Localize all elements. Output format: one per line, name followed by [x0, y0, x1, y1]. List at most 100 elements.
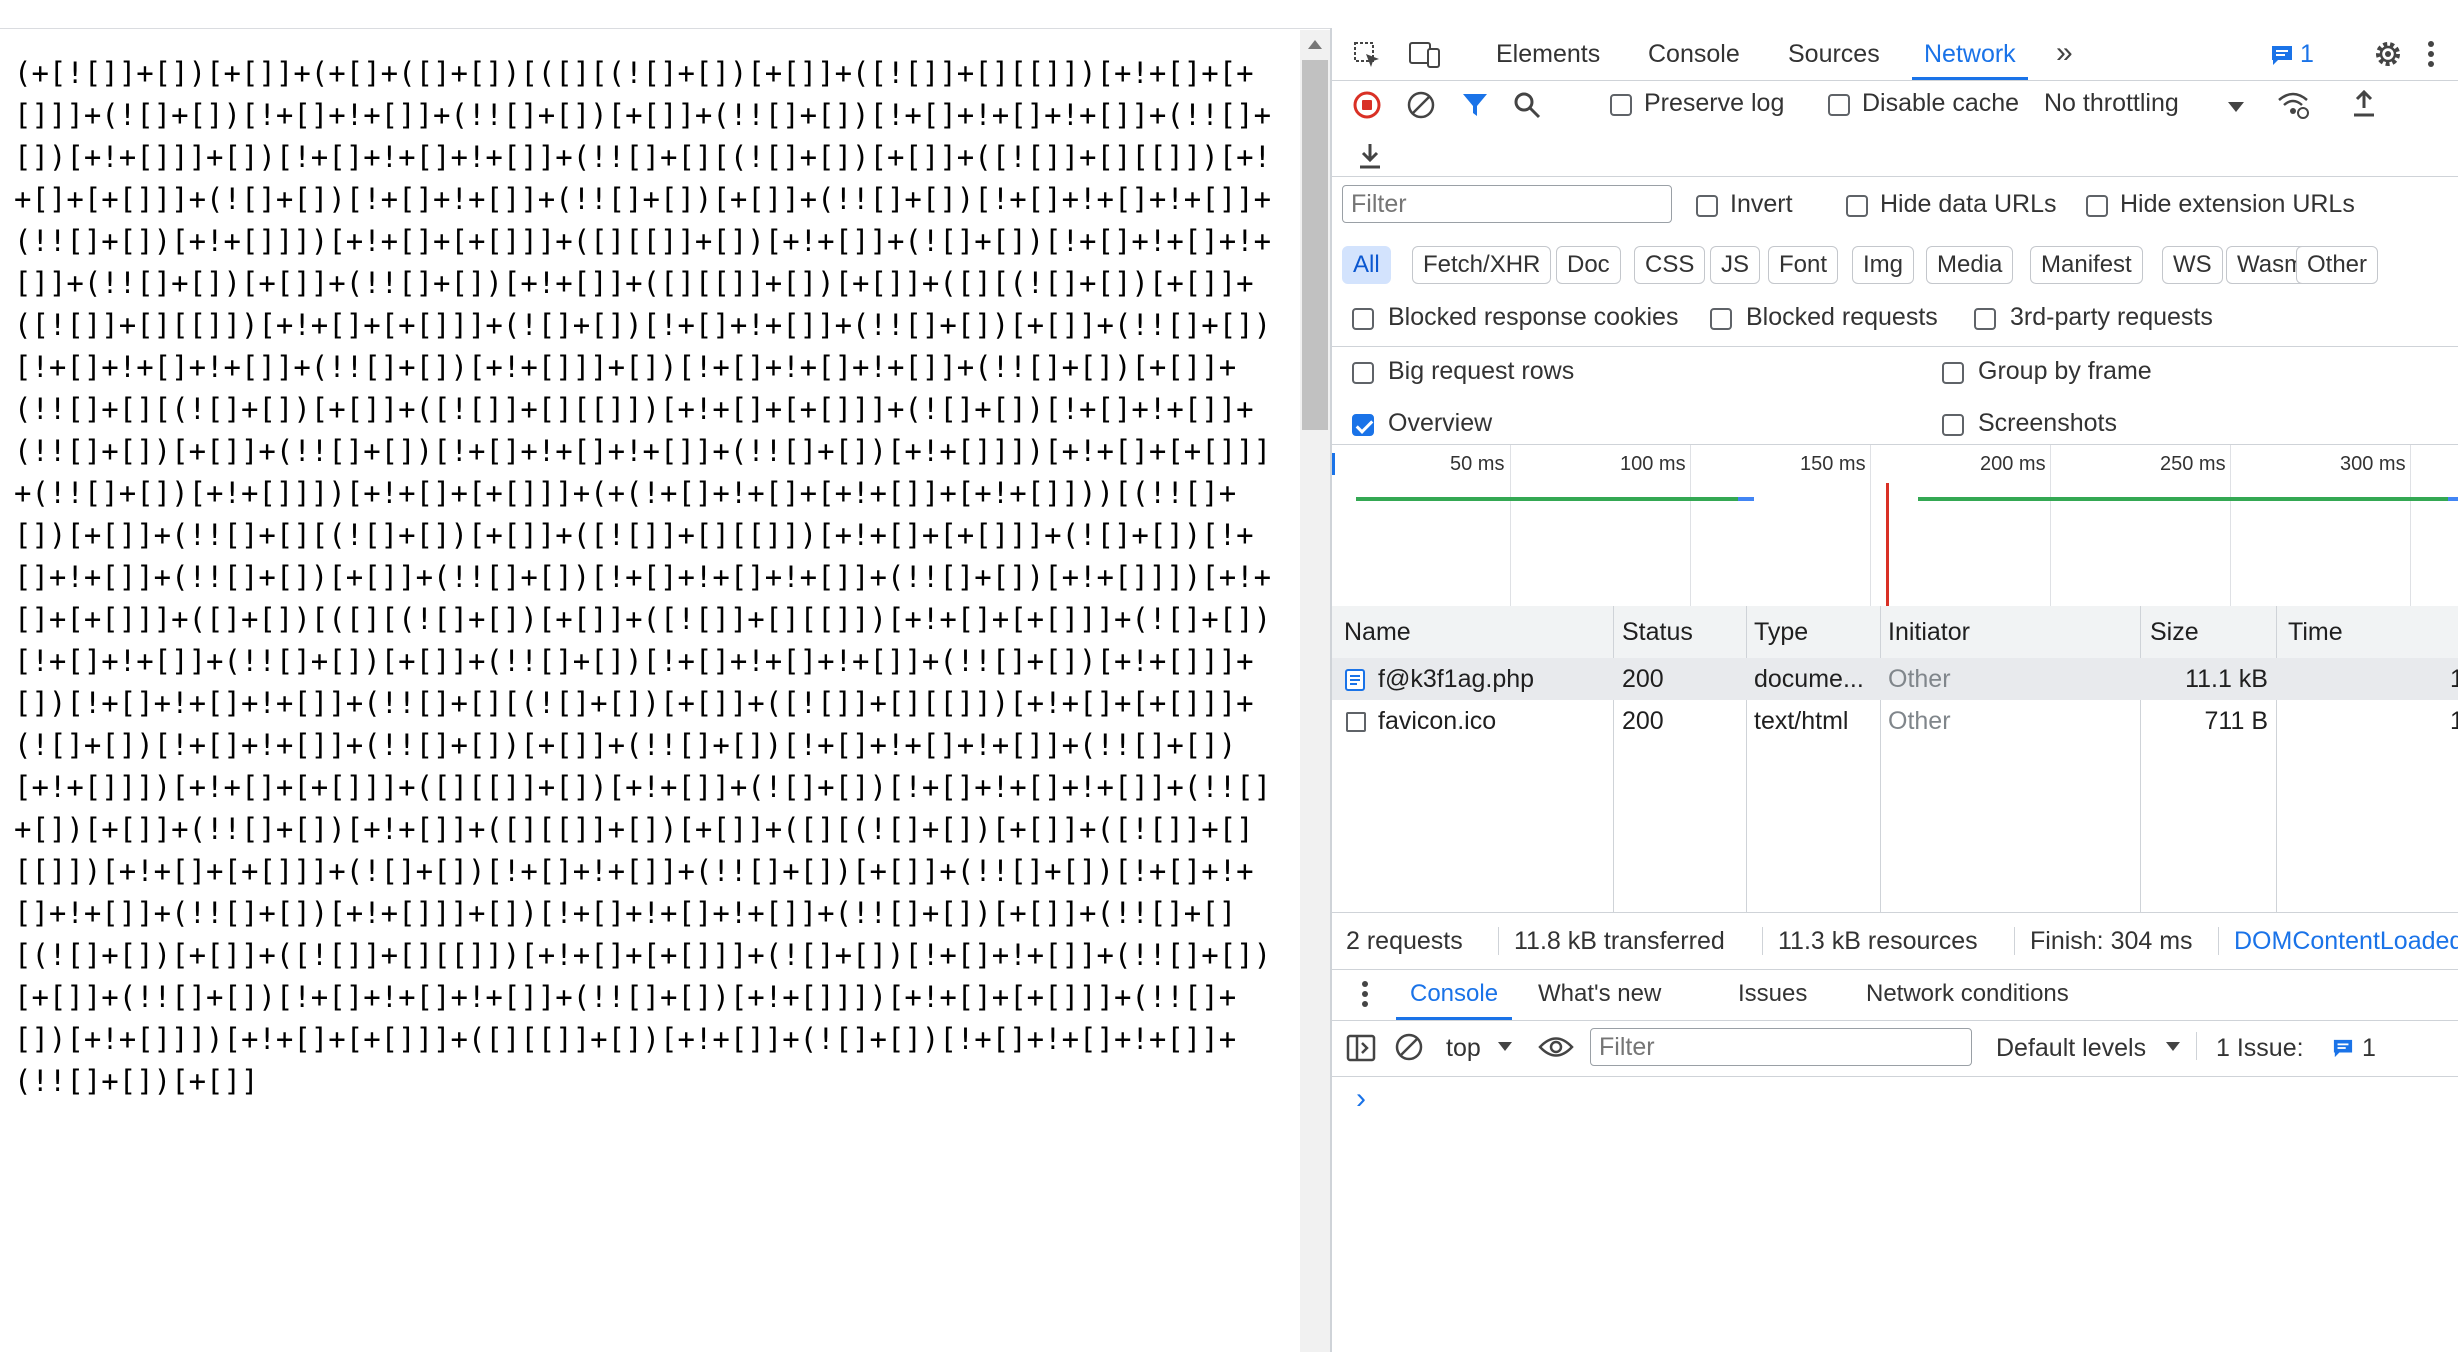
- timeline-gridline: [1870, 445, 1871, 607]
- console-filter-input[interactable]: [1590, 1028, 1972, 1066]
- gear-icon[interactable]: [2372, 38, 2404, 70]
- column-header-initiator[interactable]: Initiator: [1888, 606, 1970, 658]
- sidebar-toggle-icon[interactable]: [1346, 1034, 1376, 1062]
- request-bar-favicon-download: [2448, 497, 2458, 501]
- overview-timeline[interactable]: 50 ms 100 ms 150 ms 200 ms 250 ms 300 ms: [1332, 444, 2458, 608]
- timeline-start-handle[interactable]: [1332, 453, 1335, 475]
- stop-recording-icon[interactable]: [1352, 90, 1382, 120]
- issues-count[interactable]: 1: [2300, 40, 2314, 69]
- column-divider[interactable]: [2276, 606, 2277, 912]
- third-party-checkbox[interactable]: [1974, 308, 1996, 330]
- column-divider[interactable]: [1880, 606, 1881, 912]
- hide-extension-urls-checkbox[interactable]: [2086, 195, 2108, 217]
- chip-css[interactable]: CSS: [1634, 246, 1706, 284]
- table-row[interactable]: favicon.ico 200 text/html Other 711 B 15: [1332, 700, 2458, 742]
- column-divider[interactable]: [1613, 606, 1614, 912]
- chip-all[interactable]: All: [1342, 246, 1391, 284]
- timeline-gridline: [2050, 445, 2051, 607]
- drawer-tab-issues[interactable]: Issues: [1738, 968, 1807, 1020]
- load-event-marker: [1886, 483, 1889, 607]
- drawer-menu-icon[interactable]: [1360, 980, 1370, 1008]
- clear-icon[interactable]: [1406, 90, 1436, 120]
- column-divider[interactable]: [2140, 606, 2141, 912]
- issues-label[interactable]: 1 Issue:: [2216, 1034, 2304, 1063]
- column-header-name[interactable]: Name: [1344, 606, 1411, 658]
- column-divider[interactable]: [1746, 606, 1747, 912]
- issues-badge-count[interactable]: 1: [2362, 1034, 2376, 1063]
- context-dropdown-icon[interactable]: [1498, 1042, 1512, 1051]
- chip-ws[interactable]: WS: [2162, 246, 2223, 284]
- scroll-up-arrow-icon[interactable]: [1308, 40, 1322, 49]
- hide-extension-urls-label: Hide extension URLs: [2120, 190, 2355, 218]
- chip-other[interactable]: Other: [2296, 246, 2379, 284]
- group-by-frame-checkbox[interactable]: [1942, 362, 1964, 384]
- search-icon[interactable]: [1512, 90, 1542, 120]
- drawer-tab-whats-new[interactable]: What's new: [1538, 968, 1661, 1020]
- request-initiator: Other: [1888, 707, 1951, 735]
- column-header-type[interactable]: Type: [1754, 606, 1808, 658]
- tab-console[interactable]: Console: [1648, 28, 1740, 80]
- request-size: 711 B: [2204, 707, 2268, 735]
- chip-font[interactable]: Font: [1768, 246, 1839, 284]
- tab-sources[interactable]: Sources: [1788, 28, 1880, 80]
- request-type: text/html: [1754, 707, 1849, 735]
- console-prompt-icon[interactable]: ›: [1356, 1082, 1366, 1116]
- clear-console-icon[interactable]: [1394, 1032, 1424, 1062]
- issues-icon[interactable]: [2270, 44, 2294, 66]
- summary-transferred: 11.8 kB transferred: [1514, 927, 1725, 955]
- blocked-response-cookies-checkbox[interactable]: [1352, 308, 1374, 330]
- network-filter-input[interactable]: [1342, 185, 1672, 223]
- export-har-icon[interactable]: [1356, 140, 1384, 172]
- import-har-icon[interactable]: [2350, 88, 2378, 120]
- page-scrollbar[interactable]: [1300, 30, 1330, 1352]
- more-tabs-icon[interactable]: »: [2056, 38, 2073, 68]
- drawer-tab-console[interactable]: Console: [1396, 968, 1513, 1020]
- disable-cache-checkbox[interactable]: [1828, 94, 1850, 116]
- column-header-status[interactable]: Status: [1622, 606, 1693, 658]
- table-row[interactable]: f@k3f1ag.php 200 docume... Other 11.1 kB…: [1332, 658, 2458, 700]
- context-selector[interactable]: top: [1446, 1034, 1481, 1063]
- preserve-log-checkbox[interactable]: [1610, 94, 1632, 116]
- live-expression-eye-icon[interactable]: [1538, 1034, 1574, 1060]
- more-options-icon[interactable]: [2426, 40, 2436, 68]
- page-viewport: (+[![]]+[])[+[]]+(+[]+([]+[])[([][(![]+[…: [0, 30, 1300, 1352]
- console-output[interactable]: ›: [1332, 1076, 2458, 1352]
- screenshots-checkbox[interactable]: [1942, 414, 1964, 436]
- drawer-tab-network-conditions[interactable]: Network conditions: [1866, 968, 2069, 1020]
- tab-network[interactable]: Network: [1912, 28, 2028, 80]
- throttling-select[interactable]: No throttling: [2044, 89, 2179, 118]
- big-request-rows-checkbox[interactable]: [1352, 362, 1374, 384]
- column-header-time[interactable]: Time: [2288, 606, 2343, 658]
- timeline-tick-label: 250 ms: [2160, 453, 2226, 475]
- chip-media[interactable]: Media: [1926, 246, 2014, 284]
- blocked-requests-checkbox[interactable]: [1710, 308, 1732, 330]
- issues-badge-icon[interactable]: [2332, 1038, 2354, 1058]
- disable-cache-label: Disable cache: [1862, 89, 2020, 117]
- log-levels-dropdown-icon[interactable]: [2166, 1042, 2180, 1051]
- filter-icon[interactable]: [1460, 90, 1490, 120]
- drawer-tab-bar: Console What's new Issues Network condit…: [1332, 968, 2458, 1021]
- throttling-dropdown-icon[interactable]: [2228, 102, 2244, 112]
- chip-doc[interactable]: Doc: [1556, 246, 1621, 284]
- summary-domcontentloaded: DOMContentLoaded: 1: [2234, 927, 2458, 955]
- request-status: 200: [1622, 665, 1664, 693]
- chip-js[interactable]: JS: [1710, 246, 1761, 284]
- chip-img[interactable]: Img: [1852, 246, 1915, 284]
- device-toolbar-icon[interactable]: [1408, 40, 1442, 70]
- tab-elements[interactable]: Elements: [1496, 28, 1600, 80]
- scrollbar-thumb[interactable]: [1302, 60, 1328, 430]
- invert-checkbox[interactable]: [1696, 195, 1718, 217]
- group-by-frame-label: Group by frame: [1978, 357, 2152, 385]
- column-header-size[interactable]: Size: [2150, 606, 2199, 658]
- chip-fetch-xhr[interactable]: Fetch/XHR: [1412, 246, 1552, 284]
- overview-checkbox[interactable]: [1352, 414, 1374, 436]
- blocked-requests-label: Blocked requests: [1746, 303, 1938, 331]
- summary-finish: Finish: 304 ms: [2030, 927, 2193, 955]
- chip-manifest[interactable]: Manifest: [2030, 246, 2143, 284]
- hide-data-urls-checkbox[interactable]: [1846, 195, 1868, 217]
- network-conditions-icon[interactable]: [2276, 90, 2310, 120]
- inspect-element-icon[interactable]: [1352, 40, 1382, 70]
- file-icon: [1346, 712, 1366, 732]
- request-time: 15: [2450, 700, 2458, 742]
- log-levels-select[interactable]: Default levels: [1996, 1034, 2146, 1063]
